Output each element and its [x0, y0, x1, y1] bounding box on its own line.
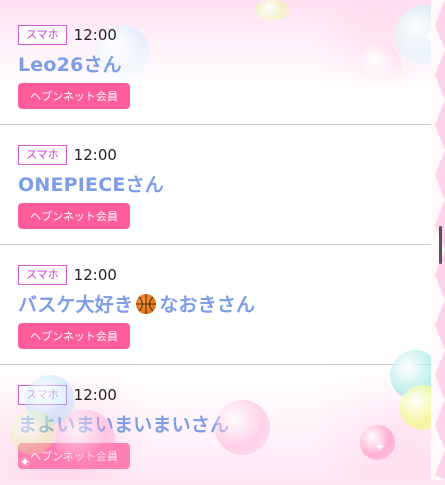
list-item: スマホ 12:00 バスケ大好き なおきさん ヘブンネット会員: [0, 245, 432, 365]
basketball-icon: [136, 294, 157, 314]
visitor-name[interactable]: Leo26さん: [18, 50, 122, 77]
entry-meta: スマホ 12:00: [18, 265, 117, 285]
sparkle-decoration: ✦: [20, 455, 31, 469]
entry-meta: スマホ 12:00: [18, 25, 117, 45]
bubble-decoration: [215, 400, 270, 455]
visitor-name[interactable]: ONEPIECEさん: [18, 170, 164, 197]
list-item: スマホ 12:00 Leo26さん ヘブンネット会員: [0, 5, 432, 125]
member-badge-button[interactable]: ヘブンネット会員: [18, 83, 130, 109]
sparkle-decoration: ✦: [375, 440, 386, 454]
device-badge: スマホ: [18, 25, 67, 45]
member-badge-button[interactable]: ヘブンネット会員: [18, 203, 130, 229]
bubble-decoration: [55, 410, 115, 470]
visit-time: 12:00: [73, 26, 117, 44]
list-item: スマホ 12:00 ONEPIECEさん ヘブンネット会員: [0, 125, 432, 245]
entry-meta: スマホ 12:00: [18, 145, 117, 165]
visitor-name[interactable]: バスケ大好き なおきさん: [18, 290, 255, 317]
visit-time: 12:00: [73, 266, 117, 284]
member-badge-button[interactable]: ヘブンネット会員: [18, 323, 130, 349]
bubble-decoration: [10, 410, 55, 455]
visit-time: 12:00: [73, 146, 117, 164]
visit-time: 12:00: [73, 386, 117, 404]
visitor-name-prefix: バスケ大好き: [18, 294, 134, 316]
device-badge: スマホ: [18, 265, 67, 285]
scrollbar-thumb[interactable]: [439, 226, 442, 264]
device-badge: スマホ: [18, 145, 67, 165]
visitor-name-suffix: なおきさん: [159, 294, 256, 316]
zigzag-border-decoration: [431, 0, 445, 480]
